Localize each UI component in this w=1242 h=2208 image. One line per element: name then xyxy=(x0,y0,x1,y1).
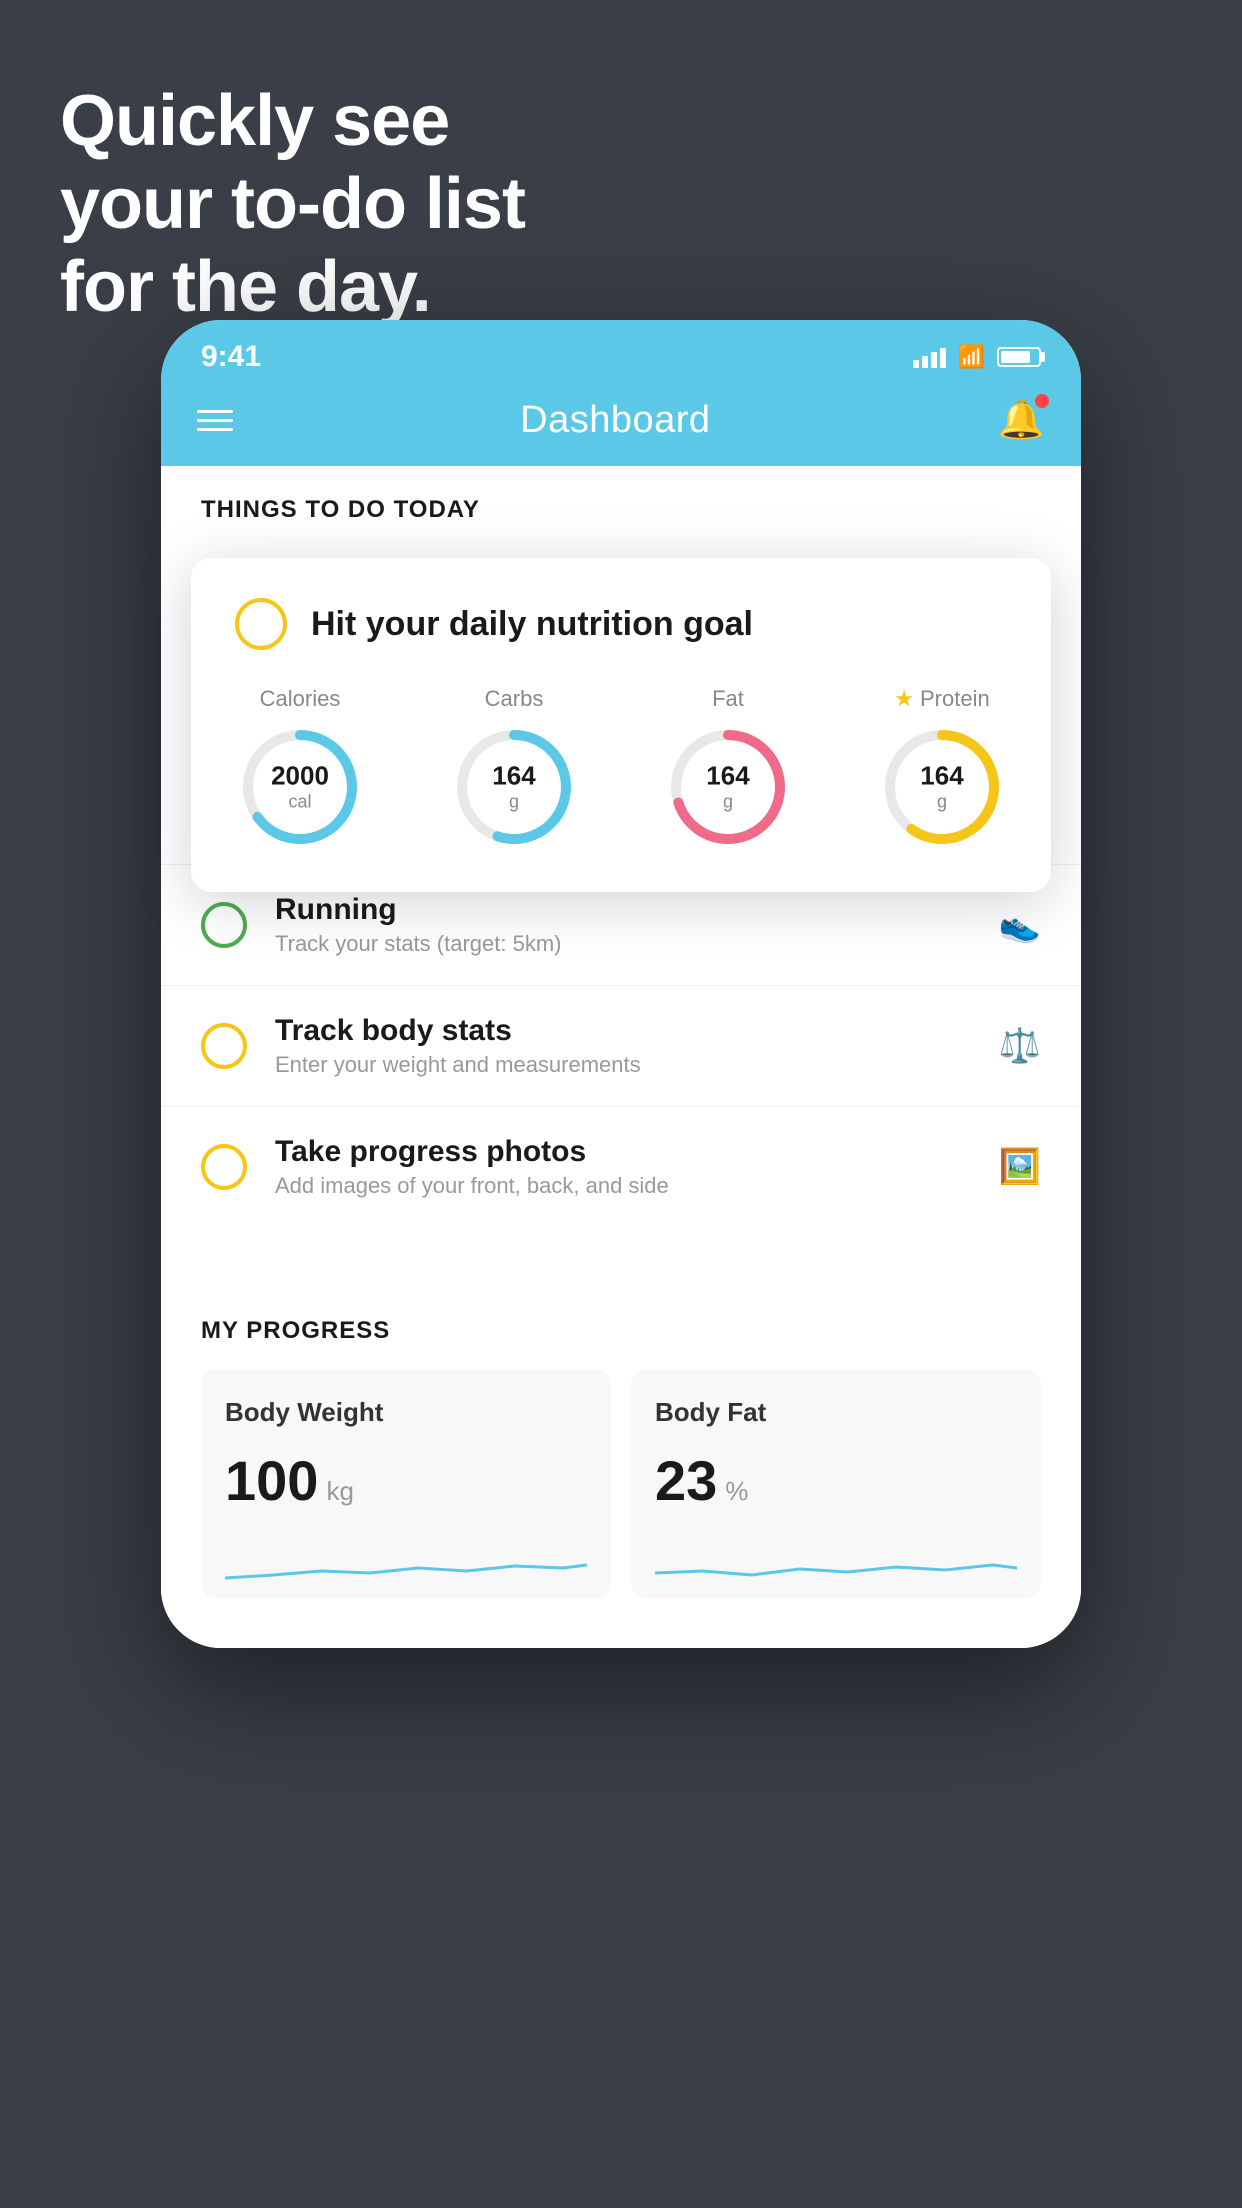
headline-line2: your to-do list xyxy=(60,164,525,244)
carbs-label: Carbs xyxy=(485,686,544,712)
todo-sub-photos: Add images of your front, back, and side xyxy=(275,1173,971,1199)
progress-card-body-fat[interactable]: Body Fat 23 % xyxy=(631,1369,1041,1598)
protein-value: 164 xyxy=(920,761,963,792)
todo-item-photos[interactable]: Take progress photos Add images of your … xyxy=(161,1106,1081,1227)
todo-text-running: Running Track your stats (target: 5km) xyxy=(275,893,971,957)
hamburger-line1 xyxy=(197,410,233,413)
calories-unit: cal xyxy=(288,792,311,812)
hamburger-line3 xyxy=(197,428,233,431)
todo-title-photos: Take progress photos xyxy=(275,1135,971,1169)
hamburger-line2 xyxy=(197,419,233,422)
bottom-spacer xyxy=(161,1598,1081,1648)
nutrition-item-carbs: Carbs 164 g xyxy=(449,686,579,852)
scale-icon: ⚖️ xyxy=(999,1026,1041,1066)
status-time: 9:41 xyxy=(201,340,261,374)
body-fat-chart xyxy=(655,1533,1017,1593)
wifi-icon: 📶 xyxy=(958,344,985,370)
todo-circle-photos xyxy=(201,1144,247,1190)
todo-title-body-stats: Track body stats xyxy=(275,1014,971,1048)
nutrition-item-protein: ★ Protein 164 g xyxy=(877,686,1007,852)
body-weight-chart xyxy=(225,1533,587,1593)
hamburger-menu-button[interactable] xyxy=(197,410,233,431)
header-title: Dashboard xyxy=(520,399,710,442)
body-weight-value: 100 xyxy=(225,1448,318,1513)
protein-unit: g xyxy=(937,792,947,812)
todo-text-body-stats: Track body stats Enter your weight and m… xyxy=(275,1014,971,1078)
progress-section: MY PROGRESS Body Weight 100 kg Body Fat xyxy=(161,1277,1081,1598)
body-weight-card-title: Body Weight xyxy=(225,1397,587,1428)
protein-label-row: ★ Protein xyxy=(894,686,989,712)
fat-label: Fat xyxy=(712,686,744,712)
nutrition-card: Hit your daily nutrition goal Calories 2… xyxy=(191,558,1051,892)
calories-donut: 2000 cal xyxy=(235,722,365,852)
progress-cards-row: Body Weight 100 kg Body Fat 23 % xyxy=(201,1369,1041,1598)
signal-bar-1 xyxy=(913,360,919,368)
app-header: Dashboard 🔔 xyxy=(161,380,1081,466)
todo-title-running: Running xyxy=(275,893,971,927)
photo-icon: 🖼️ xyxy=(999,1147,1041,1187)
todo-text-photos: Take progress photos Add images of your … xyxy=(275,1135,971,1199)
phone-frame: 9:41 📶 Dashboard 🔔 THINGS xyxy=(161,320,1081,1648)
battery-fill xyxy=(1001,351,1030,363)
signal-bar-3 xyxy=(931,352,937,368)
protein-donut: 164 g xyxy=(877,722,1007,852)
carbs-donut: 164 g xyxy=(449,722,579,852)
todo-item-body-stats[interactable]: Track body stats Enter your weight and m… xyxy=(161,985,1081,1106)
nutrition-card-header: Hit your daily nutrition goal xyxy=(235,598,1007,650)
calories-label: Calories xyxy=(260,686,341,712)
notification-dot xyxy=(1035,394,1049,408)
fat-unit: g xyxy=(723,792,733,812)
protein-label: Protein xyxy=(920,686,990,712)
calories-value: 2000 xyxy=(271,761,329,792)
headline-line1: Quickly see xyxy=(60,81,449,161)
nutrition-check-circle[interactable] xyxy=(235,598,287,650)
body-weight-value-row: 100 kg xyxy=(225,1448,587,1513)
progress-section-title: MY PROGRESS xyxy=(201,1317,1041,1345)
status-bar: 9:41 📶 xyxy=(161,320,1081,380)
nutrition-circles-row: Calories 2000 cal Carbs xyxy=(235,686,1007,852)
body-fat-value: 23 xyxy=(655,1448,717,1513)
signal-bars-icon xyxy=(913,346,946,368)
body-weight-unit: kg xyxy=(326,1476,353,1507)
notification-bell-button[interactable]: 🔔 xyxy=(998,398,1045,442)
carbs-value: 164 xyxy=(492,761,535,792)
fat-donut: 164 g xyxy=(663,722,793,852)
todo-circle-body-stats xyxy=(201,1023,247,1069)
things-to-do-section-title: THINGS TO DO TODAY xyxy=(161,496,1081,544)
gap-spacer xyxy=(161,1227,1081,1277)
todo-circle-running xyxy=(201,902,247,948)
status-icons: 📶 xyxy=(913,344,1041,370)
headline: Quickly see your to-do list for the day. xyxy=(60,80,525,328)
body-fat-card-title: Body Fat xyxy=(655,1397,1017,1428)
progress-card-body-weight[interactable]: Body Weight 100 kg xyxy=(201,1369,611,1598)
carbs-unit: g xyxy=(509,792,519,812)
nutrition-item-calories: Calories 2000 cal xyxy=(235,686,365,852)
body-fat-unit: % xyxy=(725,1476,748,1507)
nutrition-item-fat: Fat 164 g xyxy=(663,686,793,852)
headline-line3: for the day. xyxy=(60,247,431,327)
todo-sub-running: Track your stats (target: 5km) xyxy=(275,931,971,957)
running-shoe-icon: 👟 xyxy=(999,905,1041,945)
body-fat-value-row: 23 % xyxy=(655,1448,1017,1513)
signal-bar-4 xyxy=(940,348,946,368)
todo-sub-body-stats: Enter your weight and measurements xyxy=(275,1052,971,1078)
battery-icon xyxy=(997,347,1041,367)
protein-star-icon: ★ xyxy=(894,686,914,712)
nutrition-card-title: Hit your daily nutrition goal xyxy=(311,605,753,644)
todo-list: Running Track your stats (target: 5km) 👟… xyxy=(161,864,1081,1227)
fat-value: 164 xyxy=(706,761,749,792)
signal-bar-2 xyxy=(922,356,928,368)
